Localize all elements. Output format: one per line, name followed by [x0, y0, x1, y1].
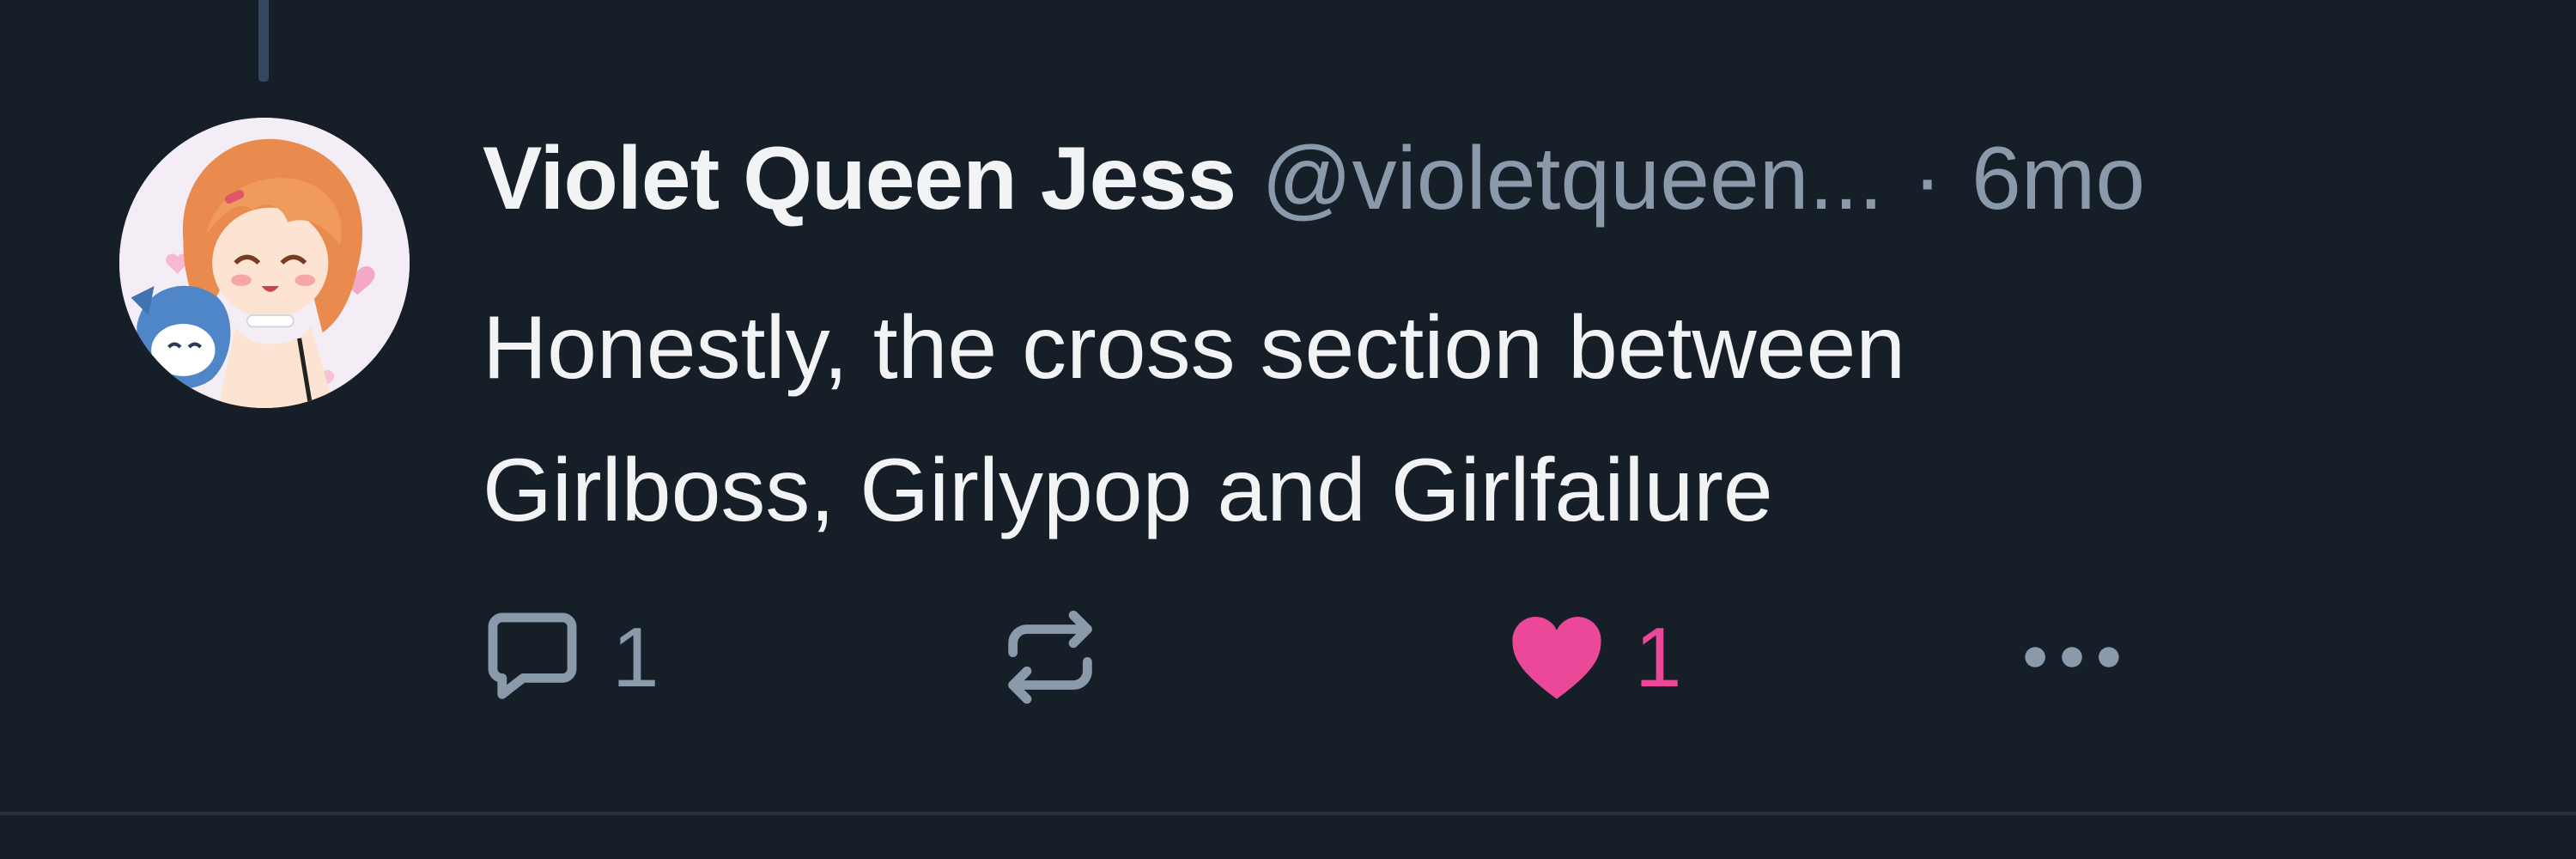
reply-button[interactable]: 1 — [477, 601, 659, 713]
more-options-button[interactable] — [2008, 601, 2136, 713]
thread-line — [258, 0, 269, 82]
like-count: 1 — [1635, 610, 1682, 704]
post-header: Violet Queen Jess @violetqueen... · 6mo — [483, 127, 2145, 230]
reply-icon — [488, 612, 577, 699]
author-display-name[interactable]: Violet Queen Jess — [483, 127, 1236, 230]
repost-icon — [1008, 610, 1092, 704]
reply-count: 1 — [612, 610, 659, 704]
avatar-image — [119, 118, 410, 408]
repost-button[interactable] — [994, 601, 1106, 713]
more-icon — [2025, 647, 2119, 667]
avatar[interactable] — [119, 118, 410, 408]
post-divider — [0, 812, 2576, 815]
post: Violet Queen Jess @violetqueen... · 6mo … — [0, 0, 2576, 859]
heart-icon — [1512, 617, 1601, 699]
post-timestamp[interactable]: 6mo — [1971, 127, 2145, 230]
author-handle[interactable]: @violetqueen... — [1261, 127, 1883, 230]
like-button[interactable]: 1 — [1501, 601, 1682, 713]
header-separator: · — [1912, 129, 1942, 228]
post-text: Honestly, the cross section between Girl… — [483, 298, 1906, 540]
